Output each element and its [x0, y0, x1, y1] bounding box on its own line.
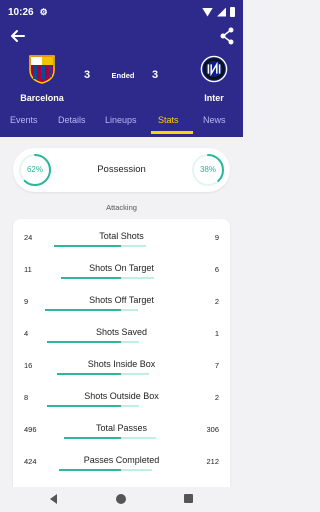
stat-label: Total Passes — [95, 423, 148, 433]
stat-away-bar — [121, 405, 139, 407]
stat-label: Shots Saved — [95, 327, 148, 337]
stat-row: 24 Total Shots 9 — [13, 231, 230, 253]
stat-away-value: 9 — [214, 233, 219, 242]
home-score: 3 — [84, 69, 91, 81]
tab-details[interactable]: Details — [58, 115, 86, 125]
stat-row: 496 Total Passes 306 — [13, 423, 230, 445]
away-possession-ring: 38% — [190, 152, 226, 188]
stat-row: 9 Shots Off Target 2 — [13, 295, 230, 317]
stat-home-bar — [61, 277, 121, 279]
stat-away-bar — [121, 437, 156, 439]
stat-home-bar — [59, 469, 121, 471]
match-status: Ended — [111, 71, 135, 80]
away-possession-value: 38% — [199, 165, 216, 174]
stat-home-bar — [64, 437, 121, 439]
active-tab-indicator — [151, 131, 193, 134]
stat-row: 424 Passes Completed 212 — [13, 455, 230, 477]
stat-away-bar — [121, 245, 146, 247]
stat-away-value: 7 — [214, 361, 219, 370]
stat-label: Shots Off Target — [89, 295, 154, 305]
arrow-left-icon[interactable] — [8, 26, 28, 46]
stat-home-value: 11 — [24, 265, 32, 274]
stat-label: Passes Completed — [83, 455, 160, 465]
stat-home-value: 16 — [24, 361, 33, 370]
stat-home-value: 496 — [24, 425, 37, 434]
stat-label: Total Shots — [99, 231, 144, 241]
match-header: 10:26 ⚙ Barcelona 3 Ended 3 Inter Events… — [0, 0, 243, 137]
inter-crest-icon — [200, 55, 228, 83]
stat-home-bar — [54, 245, 121, 247]
stats-card: 24 Total Shots 9 11 Shots On Target 6 9 Shots O… — [13, 219, 230, 487]
stat-home-value: 8 — [24, 393, 29, 402]
status-bar: 10:26 ⚙ — [0, 0, 243, 24]
wifi-icon — [202, 7, 213, 17]
stat-away-value: 212 — [206, 457, 219, 466]
stat-row: 4 Shots Saved 1 — [13, 327, 230, 349]
battery-icon — [230, 7, 235, 17]
stat-row: 16 Shots Inside Box 7 — [13, 359, 230, 381]
stat-home-value: 424 — [24, 457, 37, 466]
stat-home-bar — [57, 373, 121, 375]
away-score: 3 — [152, 69, 159, 81]
nav-back-icon[interactable] — [50, 494, 57, 504]
stat-away-bar — [121, 373, 149, 375]
away-team-name: Inter — [204, 93, 224, 103]
stat-home-value: 4 — [24, 329, 29, 338]
stat-away-value: 2 — [214, 393, 219, 402]
stat-away-bar — [121, 469, 152, 471]
stat-label: Shots Inside Box — [87, 359, 156, 369]
share-icon[interactable] — [219, 27, 235, 45]
nav-recents-icon[interactable] — [184, 494, 193, 503]
tab-stats[interactable]: Stats — [158, 115, 179, 125]
system-nav-bar — [0, 487, 243, 512]
stat-away-value: 306 — [206, 425, 219, 434]
stat-row: 8 Shots Outside Box 2 — [13, 391, 230, 413]
stat-away-value: 1 — [214, 329, 219, 338]
home-team-name: Barcelona — [20, 93, 64, 103]
stat-home-value: 9 — [24, 297, 29, 306]
home-team[interactable]: Barcelona — [7, 54, 77, 103]
stat-away-value: 6 — [214, 265, 219, 274]
stat-away-bar — [121, 309, 138, 311]
stat-home-bar — [47, 405, 121, 407]
match-tabs: Events Details Lineups Stats News — [0, 109, 243, 137]
gear-icon: ⚙ — [39, 6, 48, 17]
status-time: 10:26 — [8, 6, 34, 18]
stat-away-bar — [121, 341, 139, 343]
stat-home-bar — [45, 309, 121, 311]
away-team[interactable]: Inter — [179, 54, 249, 103]
stat-away-value: 2 — [214, 297, 219, 306]
stat-home-bar — [47, 341, 121, 343]
tab-lineups[interactable]: Lineups — [105, 115, 137, 125]
stat-row: 11 Shots On Target 6 — [13, 263, 230, 285]
barcelona-crest-icon — [29, 55, 55, 84]
top-bar — [0, 26, 243, 46]
nav-home-icon[interactable] — [116, 494, 126, 504]
stat-away-bar — [121, 277, 154, 279]
signal-icon — [217, 7, 226, 17]
status-indicators — [202, 7, 235, 17]
stat-home-value: 24 — [24, 233, 33, 242]
tab-events[interactable]: Events — [10, 115, 38, 125]
possession-card: 62% Possession 38% — [13, 148, 230, 192]
section-title-attacking: Attacking — [106, 203, 137, 212]
stat-label: Shots On Target — [89, 263, 154, 273]
stat-label: Shots Outside Box — [84, 391, 159, 401]
tab-news[interactable]: News — [203, 115, 226, 125]
